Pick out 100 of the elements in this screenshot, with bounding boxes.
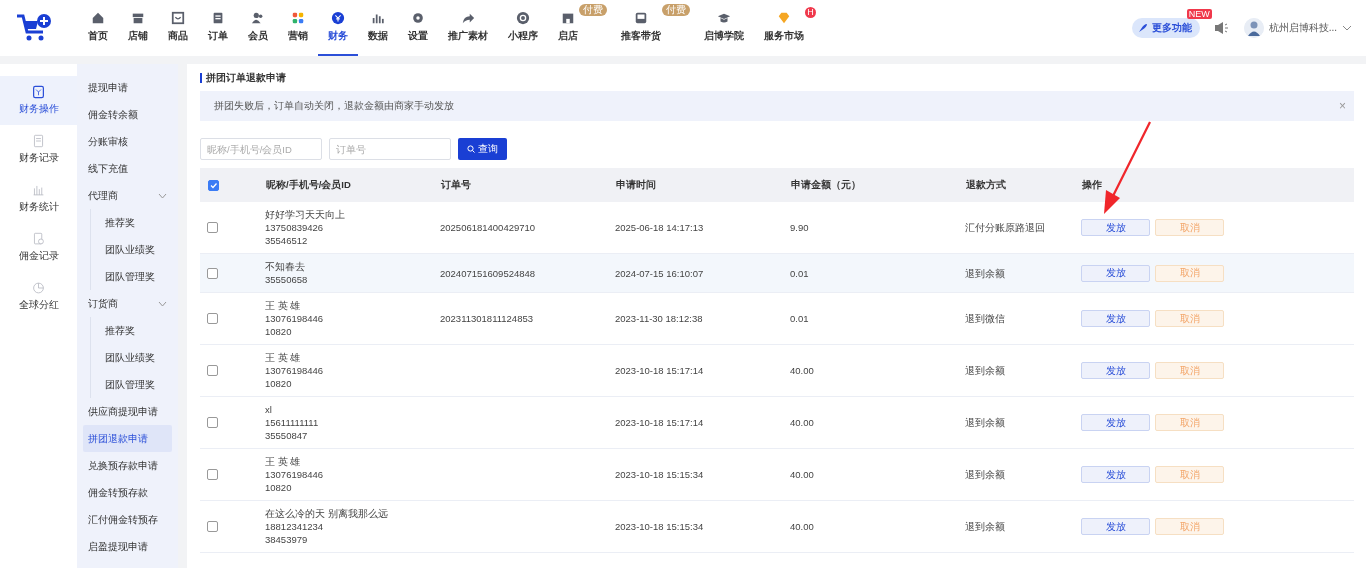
refund-method: 退到余额: [965, 417, 1005, 428]
member-info: 13076198446: [265, 312, 325, 325]
nav-icon: [91, 11, 105, 25]
nav-tab[interactable]: 首页: [78, 0, 118, 56]
nav-tab[interactable]: 推客带货: [611, 0, 662, 56]
nav-tab[interactable]: 小程序: [498, 0, 548, 56]
amount: 9.90: [790, 222, 809, 233]
nav-tab[interactable]: 会员: [238, 0, 278, 56]
chevron-icon[interactable]: [158, 300, 167, 307]
nav-icon: [561, 11, 575, 25]
submenu-item[interactable]: 提现申请: [83, 74, 172, 101]
nav-icon: [717, 11, 731, 25]
row-checkbox[interactable]: [207, 365, 218, 376]
refund-method: 退到余额: [965, 521, 1005, 532]
search-field[interactable]: 昵称/手机号/会员ID: [200, 138, 322, 160]
speaker-icon[interactable]: [1213, 21, 1230, 35]
submenu-item[interactable]: 团队管理奖: [91, 263, 172, 290]
release-button[interactable]: 发放: [1081, 219, 1150, 236]
row-checkbox[interactable]: [207, 521, 218, 532]
select-all-checkbox[interactable]: [208, 179, 219, 191]
member-info: 35550658: [265, 273, 309, 286]
cart-logo-icon: [16, 13, 52, 43]
row-checkbox[interactable]: [207, 222, 218, 233]
member-info: 王 英 雄: [265, 351, 302, 364]
submenu-item[interactable]: 团队业绩奖: [91, 344, 172, 371]
submenu-item[interactable]: 分账审核: [83, 128, 172, 155]
submenu-item[interactable]: 拼团退款申请: [83, 425, 172, 452]
submenu-item[interactable]: 汇付佣金转预存: [83, 506, 172, 533]
nav-tab[interactable]: 启博学院: [694, 0, 754, 56]
chevron-icon[interactable]: [158, 192, 167, 199]
nav-tab[interactable]: 订单: [198, 0, 238, 56]
search-field[interactable]: 订单号: [329, 138, 451, 160]
member-info: 35550847: [265, 429, 309, 442]
nav-icon: [516, 11, 530, 25]
submenu-item[interactable]: 兑换预存款申请: [83, 452, 172, 479]
rail-icon: [32, 85, 45, 99]
nav-tab[interactable]: 数据: [358, 0, 398, 56]
member-info: 13076198446: [265, 364, 325, 377]
nav-tab[interactable]: 设置: [398, 0, 438, 56]
order-number: 202506181400429710: [440, 222, 536, 233]
release-button[interactable]: 发放: [1081, 310, 1150, 327]
submenu-item[interactable]: 代理商: [83, 182, 172, 209]
nav-tab[interactable]: 财务: [318, 0, 358, 56]
sidebar-item[interactable]: 佣金记录: [0, 223, 77, 272]
nav-tab[interactable]: 店铺: [118, 0, 158, 56]
refund-method: 退到微信: [965, 313, 1005, 324]
account-name[interactable]: 杭州启博科技...: [1268, 21, 1337, 35]
release-button[interactable]: 发放: [1081, 414, 1150, 431]
row-checkbox[interactable]: [207, 417, 218, 428]
column-header: 操作: [1081, 168, 1354, 202]
submenu-item[interactable]: 订货商: [83, 290, 172, 317]
submenu-item[interactable]: 供应商提现申请: [83, 398, 172, 425]
submenu-item[interactable]: 线下充值: [83, 155, 172, 182]
row-checkbox[interactable]: [207, 267, 218, 279]
nav-tab[interactable]: 商品: [158, 0, 198, 56]
search-icon: [467, 145, 475, 153]
apply-time: 2023-11-30 18:12:38: [615, 313, 703, 324]
release-button[interactable]: 发放: [1081, 264, 1150, 282]
row-checkbox[interactable]: [207, 313, 218, 324]
member-info: 10820: [265, 377, 293, 390]
nav-tab[interactable]: 启店: [548, 0, 579, 56]
search-button[interactable]: 查询: [458, 138, 507, 160]
member-info: 10820: [265, 325, 293, 338]
column-header: 申请金额（元）: [790, 168, 965, 202]
amount: 0.01: [790, 267, 809, 279]
member-info: 18812341234: [265, 520, 325, 533]
release-button[interactable]: 发放: [1081, 466, 1150, 483]
nav-tab[interactable]: 推广素材: [438, 0, 498, 56]
nav-tab[interactable]: 服务市场: [754, 0, 805, 56]
nav-icon: [171, 11, 185, 25]
nav-icon: [461, 11, 475, 25]
column-header: 昵称/手机号/会员ID: [265, 168, 440, 202]
row-checkbox[interactable]: [207, 469, 218, 480]
nav-tab[interactable]: 营销: [278, 0, 318, 56]
rail-icon: [32, 281, 45, 295]
member-info: 38453979: [265, 533, 309, 546]
chevron-down-icon[interactable]: [1342, 25, 1352, 31]
apply-time: 2023-10-18 15:15:34: [615, 521, 704, 532]
submenu-item[interactable]: 推荐奖: [91, 317, 172, 344]
sidebar-item[interactable]: 全球分红: [0, 272, 77, 321]
member-info: 13076198446: [265, 468, 325, 481]
sidebar-item[interactable]: 财务统计: [0, 174, 77, 223]
submenu-item[interactable]: 佣金转预存款: [83, 479, 172, 506]
release-button[interactable]: 发放: [1081, 518, 1150, 535]
release-button[interactable]: 发放: [1081, 362, 1150, 379]
submenu-item[interactable]: 佣金转余额: [83, 101, 172, 128]
submenu-item[interactable]: 启盈提现申请: [83, 533, 172, 560]
sidebar-item[interactable]: 财务记录: [0, 125, 77, 174]
paid-badge: 付费: [579, 4, 607, 16]
notice-text: 拼团失败后，订单自动关闭，退款金额由商家手动发放: [214, 99, 454, 113]
submenu-item[interactable]: 团队管理奖: [91, 371, 172, 398]
sidebar-item[interactable]: 财务操作: [0, 76, 77, 125]
rail-icon: [32, 134, 45, 148]
refund-method: 退到余额: [965, 469, 1005, 480]
column-header: 订单号: [440, 168, 615, 202]
submenu-item[interactable]: 团队业绩奖: [91, 236, 172, 263]
submenu-item[interactable]: 推荐奖: [91, 209, 172, 236]
column-header: 申请时间: [615, 168, 790, 202]
nav-icon: [634, 11, 648, 25]
more-features-button[interactable]: 更多功能: [1131, 18, 1200, 38]
